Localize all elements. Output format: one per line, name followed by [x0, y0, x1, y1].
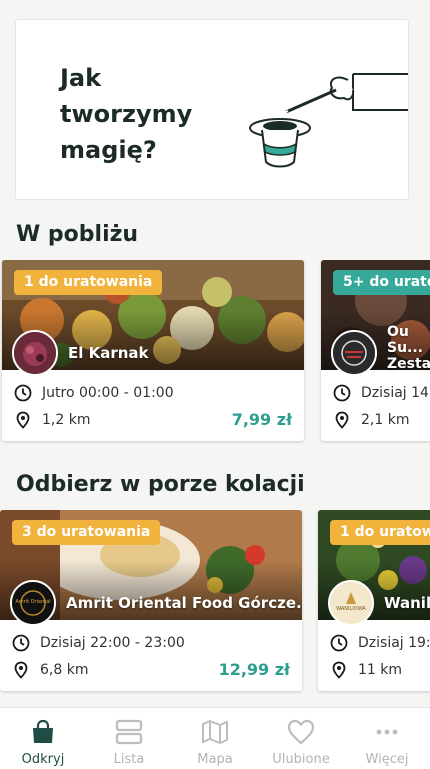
rescue-count-badge: 5+ do uratowania [333, 270, 430, 295]
distance-text: 6,8 km [40, 662, 89, 678]
store-card[interactable]: 5+ do uratowania Ou Su... Zesta... Dzisi… [321, 260, 430, 441]
pickup-time: Dzisiaj 22:00 - 23:00 [12, 634, 185, 652]
app-screen: Jak tworzymy magię? W pobliżu 1 do urato… [0, 0, 430, 769]
list-icon [115, 719, 143, 745]
store-logo: WANILIOWA [328, 580, 374, 626]
nearby-row[interactable]: 1 do uratowania El Karnak Jutro 00:00 - … [0, 260, 430, 446]
clock-icon [14, 384, 32, 402]
store-logo: Amrit Oriental [10, 580, 56, 626]
store-card[interactable]: 3 do uratowania Amrit Oriental Amrit Ori… [0, 510, 302, 691]
pickup-time-text: Jutro 00:00 - 01:00 [42, 385, 174, 401]
tab-label: Lista [113, 752, 145, 767]
magic-banner[interactable]: Jak tworzymy magię? [15, 19, 409, 200]
logo-text: WANILIOWA [336, 606, 366, 612]
tab-label: Mapa [197, 752, 233, 767]
pickup-time: Dzisiaj 19:0... [330, 634, 430, 652]
pickup-time-text: Dzisiaj 22:00 - 23:00 [40, 635, 185, 651]
map-icon [202, 720, 228, 744]
store-card[interactable]: 1 do uratowania El Karnak Jutro 00:00 - … [2, 260, 304, 441]
distance: 6,8 km [12, 661, 88, 679]
distance-text: 2,1 km [361, 412, 410, 428]
bottom-nav: Odkryj Lista Mapa Ulubione Więcej [0, 707, 430, 769]
clock-icon [330, 634, 348, 652]
store-name: Wanil... [384, 594, 430, 612]
tab-label: Odkryj [21, 752, 65, 767]
section-title-dinner: Odbierz w porze kolacji [16, 472, 305, 497]
distance: 11 km [330, 661, 402, 679]
location-pin-icon [16, 411, 30, 429]
store-name: El Karnak [68, 344, 149, 362]
tab-map[interactable]: Mapa [172, 708, 258, 769]
rescue-count-badge: 1 do uratowania [330, 520, 430, 545]
pickup-time: Dzisiaj 14:0... [333, 384, 430, 402]
pickup-time: Jutro 00:00 - 01:00 [14, 384, 174, 402]
store-name: Amrit Oriental Food Górcze... [66, 594, 302, 612]
rescue-count-badge: 1 do uratowania [14, 270, 163, 295]
rescue-count-badge: 3 do uratowania [12, 520, 161, 545]
tab-more[interactable]: Więcej [344, 708, 430, 769]
banner-text: Jak tworzymy magię? [60, 64, 193, 164]
tab-list[interactable]: Lista [86, 708, 172, 769]
heart-icon [287, 719, 315, 745]
bag-icon [33, 719, 53, 743]
price: 7,99 zł [231, 410, 292, 429]
logo-text: Amrit Oriental [15, 599, 51, 605]
dinner-row[interactable]: 3 do uratowania Amrit Oriental Amrit Ori… [0, 510, 430, 696]
store-logo [331, 330, 377, 376]
price: 12,99 zł [218, 660, 290, 679]
distance: 2,1 km [333, 411, 409, 429]
location-pin-icon [14, 661, 28, 679]
distance-text: 1,2 km [42, 412, 91, 428]
store-logo [12, 330, 58, 376]
more-icon [376, 729, 398, 735]
section-title-nearby: W pobliżu [16, 222, 139, 247]
location-pin-icon [335, 411, 349, 429]
store-card[interactable]: 1 do uratowania WANILIOWA Wanil... Dzisi… [318, 510, 430, 691]
tab-discover[interactable]: Odkryj [0, 708, 86, 769]
tab-label: Ulubione [272, 752, 330, 767]
tab-favorites[interactable]: Ulubione [258, 708, 344, 769]
store-name: Ou Su... Zesta... [387, 324, 430, 372]
location-pin-icon [332, 661, 346, 679]
clock-icon [12, 634, 30, 652]
pickup-time-text: Dzisiaj 19:0... [358, 635, 430, 651]
pickup-time-text: Dzisiaj 14:0... [361, 385, 430, 401]
tab-label: Więcej [365, 752, 409, 767]
distance-text: 11 km [358, 662, 403, 678]
clock-icon [333, 384, 351, 402]
magic-hat-illustration [249, 73, 408, 168]
distance: 1,2 km [14, 411, 90, 429]
